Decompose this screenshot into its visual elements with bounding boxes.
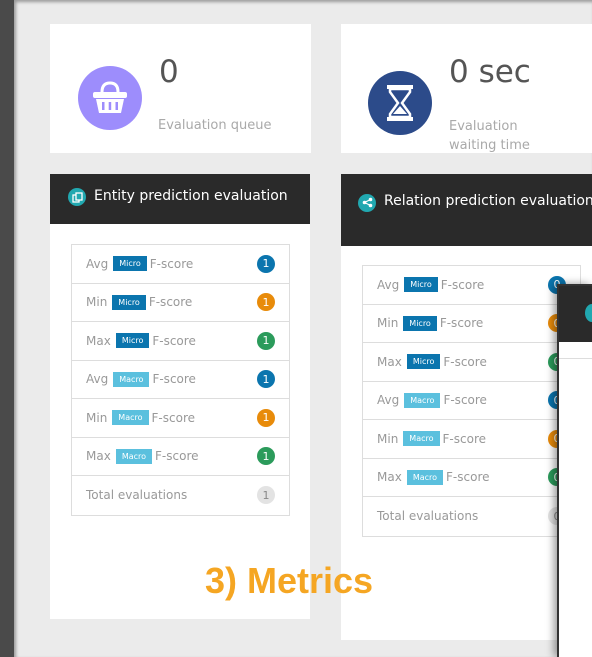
relation-panel-header: Relation prediction evaluation [341, 174, 592, 246]
metric-row: Max Macro F-score 1 [72, 438, 289, 476]
metric-prefix: Max [377, 354, 402, 369]
metric-prefix: Min [86, 295, 108, 310]
dashboard-frame: 0 Evaluation queue 0 sec Evaluation wait… [14, 0, 592, 657]
waiting-time-card: 0 sec Evaluation waiting time [341, 24, 592, 153]
entity-panel-title: Entity prediction evaluation [94, 188, 288, 204]
metric-suffix: F-score [446, 470, 490, 485]
macro-tag: Macro [113, 371, 150, 387]
metric-badge: 1 [257, 331, 275, 350]
basket-icon [78, 66, 142, 130]
metric-suffix: F-score [443, 354, 487, 369]
metric-badge: 1 [257, 408, 275, 427]
waiting-time-value: 0 sec [449, 54, 531, 90]
metric-prefix: Min [377, 316, 399, 331]
metric-row: Avg Micro F-score 1 [72, 245, 289, 284]
total-evaluations-label: Total evaluations [86, 488, 188, 503]
metric-row: MinMicroF-score0 [363, 305, 580, 343]
waiting-time-label: Evaluation waiting time [449, 119, 530, 153]
micro-tag: Micro [403, 315, 437, 331]
micro-tag: Micro [406, 354, 441, 370]
metric-badge: 1 [257, 293, 275, 312]
overlay-divider [559, 358, 592, 359]
share-icon [358, 193, 376, 212]
metric-suffix: F-score [149, 256, 194, 271]
metric-suffix: F-score [148, 295, 193, 310]
metric-row: MaxMicroF-score0 [363, 343, 580, 382]
metric-suffix: F-score [443, 393, 487, 408]
metric-prefix: Avg [377, 277, 400, 292]
metric-suffix: F-score [442, 431, 486, 446]
macro-tag: Macro [403, 431, 440, 447]
relation-evaluation-panel: Relation prediction evaluation Avg Micro F… [341, 174, 592, 640]
metric-prefix: Avg [377, 393, 400, 408]
overlay-window[interactable] [557, 284, 592, 657]
metric-row: Min Macro F-score 1 [72, 399, 289, 438]
macro-tag: Macro [115, 448, 153, 464]
total-evaluations-row: Total evaluations0 [363, 497, 580, 536]
copy-icon [68, 188, 86, 206]
metric-row: Min Micro F-score 1 [72, 284, 289, 322]
relation-metrics-list: AvgMicroF-score0 MinMicroF-score0 MaxMic… [362, 265, 581, 537]
metric-badge: 1 [257, 447, 275, 466]
metric-row: Max Micro F-score 1 [72, 322, 289, 361]
evaluation-queue-card: 0 Evaluation queue [50, 24, 311, 153]
metric-prefix: Min [86, 410, 108, 425]
metric-row: AvgMicroF-score0 [363, 266, 580, 305]
metric-prefix: Avg [86, 256, 109, 271]
micro-tag: Micro [112, 294, 146, 310]
metric-prefix: Max [377, 470, 402, 485]
metric-badge: 1 [257, 370, 275, 389]
overlay-header-icon [585, 304, 592, 322]
metric-row: MinMacroF-score0 [363, 420, 580, 459]
entity-panel-header: Entity prediction evaluation [50, 174, 310, 224]
total-evaluations-row: Total evaluations 1 [72, 476, 289, 515]
macro-tag: Macro [406, 469, 444, 485]
metric-prefix: Avg [86, 372, 109, 387]
metric-prefix: Min [377, 431, 399, 446]
metric-prefix: Max [86, 449, 111, 464]
metric-row: AvgMacroF-score0 [363, 382, 580, 420]
micro-tag: Micro [115, 333, 150, 349]
entity-evaluation-panel: Entity prediction evaluation Avg Micro F-s… [50, 174, 310, 619]
metrics-caption: 3) Metrics [205, 560, 374, 601]
micro-tag: Micro [404, 277, 438, 293]
total-evaluations-badge: 1 [257, 486, 275, 505]
metric-suffix: F-score [151, 410, 195, 425]
metric-badge: 1 [257, 254, 275, 273]
total-evaluations-label: Total evaluations [377, 509, 479, 524]
metric-suffix: F-score [440, 277, 485, 292]
queue-label: Evaluation queue [158, 118, 272, 133]
relation-panel-title: Relation prediction evaluation [384, 193, 592, 209]
metric-suffix: F-score [439, 316, 484, 331]
entity-metrics-list: Avg Micro F-score 1 Min Micro F-score 1 Max Mic… [71, 244, 290, 516]
metric-suffix: F-score [155, 449, 199, 464]
macro-tag: Macro [112, 410, 149, 426]
metric-row: MaxMacroF-score0 [363, 459, 580, 497]
metric-suffix: F-score [152, 333, 196, 348]
metric-prefix: Max [86, 333, 111, 348]
hourglass-icon [368, 71, 432, 135]
metric-row: Avg Macro F-score 1 [72, 361, 289, 399]
queue-count: 0 [159, 54, 179, 90]
micro-tag: Micro [113, 256, 147, 272]
macro-tag: Macro [404, 392, 441, 408]
metric-suffix: F-score [152, 372, 196, 387]
